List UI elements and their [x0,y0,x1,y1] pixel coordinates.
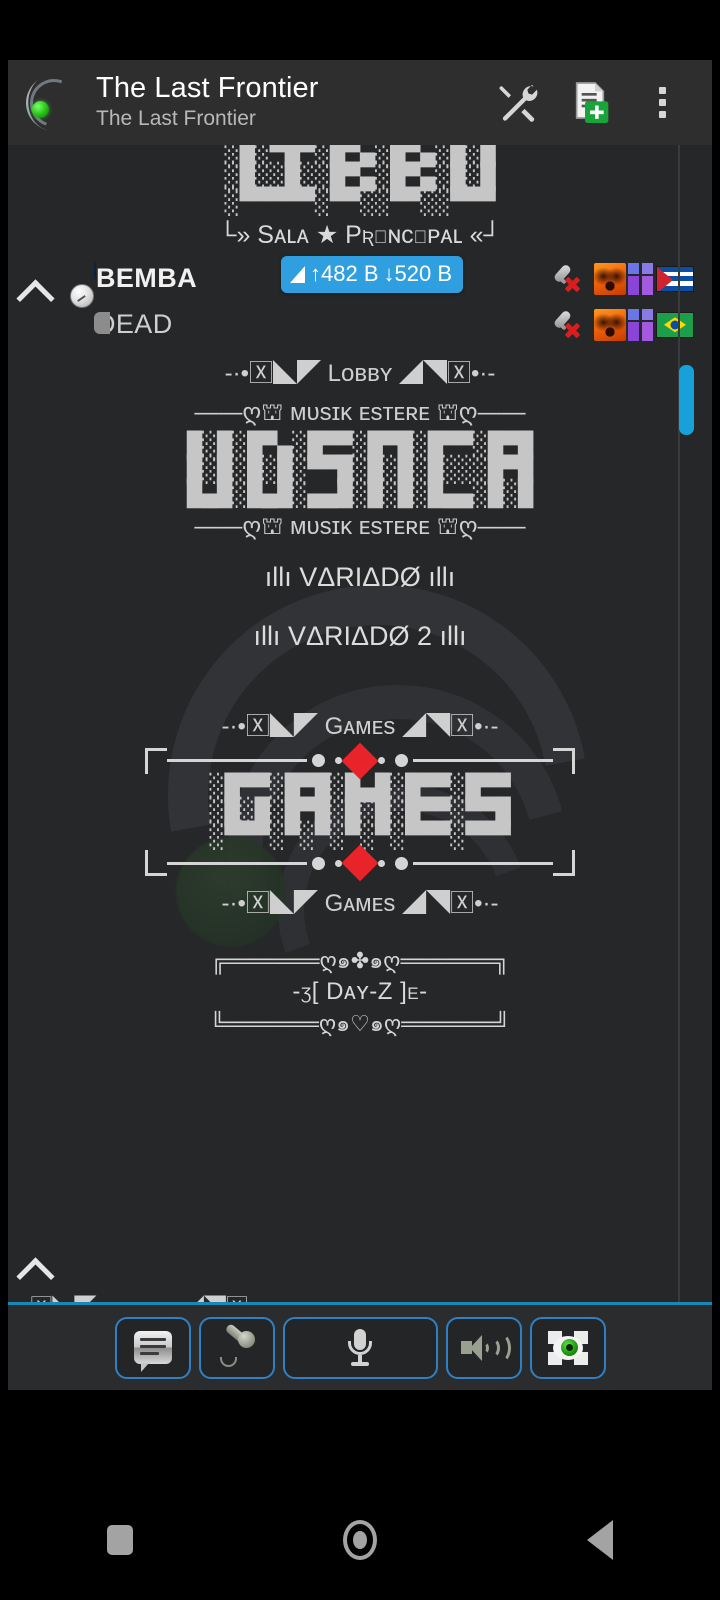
push-to-talk-button[interactable] [282,1316,438,1379]
games-frame-top [8,742,712,779]
user-badges [552,262,694,296]
speaker-button[interactable] [445,1316,522,1379]
page-subtitle: The Last Frontier [96,106,256,130]
channel-games-separator-bottom[interactable]: -·•🅇◣◤ Gᴀᴍᴇs ◢◥🅇•·- [8,878,712,923]
user-name: DEAD [96,309,173,340]
banner-musica-ascii: █░█░█▀▄░█▀▀░█▀█░█▀▀░█▀█ █░█░█░█░▀▀█░█░█░… [186,430,534,509]
microphone-stand-icon [217,1322,257,1368]
speaker-waves-icon [460,1331,511,1365]
new-document-icon [575,81,609,123]
status-bar-bezel [0,0,720,60]
overflow-menu-icon [658,87,666,118]
bottom-bezel [0,1390,720,1480]
back-button[interactable] [540,1480,660,1600]
video-button[interactable] [529,1316,606,1379]
device-screen: The Last Frontier The Last Frontier ░█░▀… [0,0,720,1600]
app-bar: The Last Frontier The Last Frontier [8,60,712,145]
channel-musik-header-top[interactable]: ——ღ⛫ ᴍᴜsɪᴋ ᴇsᴛᴇʀᴇ ⛫ღ—— [8,393,712,434]
purple-rank-icon [628,262,654,295]
network-speed-badge: ↑482 B ↓520 B [281,256,463,293]
chat-button[interactable] [114,1316,191,1379]
flag-cuba-icon [656,265,694,292]
online-blue-orb-icon [94,260,128,296]
flag-brazil-icon [656,311,694,338]
channel-lobby-separator[interactable]: -·•🅇◣◤ Lᴏʙʙʏ ◢◥🅇•·- [8,348,712,393]
channel-list[interactable]: ░█░▀█▀░█▀▄░█▀▄░█░█ ░█░░█░░█▀▄░█▀▄░█░█ ░▀… [8,145,712,1305]
eye-camera-icon [547,1330,588,1365]
record-button[interactable] [198,1316,275,1379]
chat-bubble-icon [133,1331,172,1372]
flame-avatar-icon [594,308,626,341]
channel-variado-1[interactable]: ıllı VΔRIΔDØ ıllı [8,548,712,607]
collapse-toggle-bottom[interactable] [12,1250,58,1296]
app-logo-icon [22,70,86,135]
mic-muted-icon [552,262,592,296]
collapse-toggle-top[interactable] [12,272,58,318]
channel-sala-principal[interactable]: └» Sᴀʟᴀ ★ Pʀɪɴᴄɪᴘᴀʟ «┘ [8,214,712,256]
channel-games-separator-top[interactable]: -·•🅇◣◤ Gᴀᴍᴇs ◢◥🅇•·- [8,666,712,746]
page-title: The Last Frontier [96,72,319,105]
banner-lobby-ascii: ░█░▀█▀░█▀▄░█▀▄░█░█ ░█░░█░░█▀▄░█▀▄░█░█ ░▀… [224,145,496,216]
channel-dayz[interactable]: -ʒ[ Dᴀʏ-Z ]ε- [8,972,712,1012]
tools-icon [499,84,538,122]
banner-games-ascii: ░█▀▀░█▀█░█▄█░█▀▀░█▀▀ ░█░█░█▀█░█░█░█▀▀░▀▀… [209,772,511,850]
channel-variado-2[interactable]: ıllı VΔRIΔDØ 2 ıllı [8,607,712,666]
home-button[interactable] [300,1480,420,1600]
games-frame-bottom [8,844,712,882]
channel-musik-header-bottom[interactable]: ——ღ⛫ ᴍᴜsɪᴋ ᴇsᴛᴇʀᴇ ⛫ღ—— [8,507,712,548]
red-diamond-icon [341,844,379,882]
flame-avatar-icon [594,262,626,295]
scrollbar-track[interactable] [678,145,680,1305]
overflow-menu-button[interactable] [626,67,698,139]
circle-icon [343,1520,377,1560]
scrollbar-thumb[interactable] [679,365,694,435]
dayz-border-bottom: ╚══════ღ๑♡๑ღ══════╝ [209,1011,511,1037]
app-title-block: The Last Frontier The Last Frontier [96,72,482,132]
triangle-left-icon [587,1520,613,1560]
toolbar-divider [8,1302,712,1305]
bottom-toolbar [8,1305,712,1390]
user-badges [552,308,694,342]
square-icon [107,1525,133,1555]
tools-button[interactable] [482,67,554,139]
download-speed: ↓520 B [383,261,453,286]
away-clock-icon [70,283,128,342]
signal-strength-icon [290,265,305,283]
dayz-border-top: ╔══════ღ๑✤๑ღ══════╗ [210,948,510,974]
microphone-icon [347,1328,373,1368]
upload-speed: ↑482 B [310,261,379,286]
recents-button[interactable] [60,1480,180,1600]
android-nav-bar [0,1480,720,1600]
app-bar-actions [482,67,698,139]
purple-rank-icon [628,308,654,341]
mic-muted-icon [552,308,592,342]
new-document-button[interactable] [554,67,626,139]
user-row-dead[interactable]: DEAD [8,283,712,348]
